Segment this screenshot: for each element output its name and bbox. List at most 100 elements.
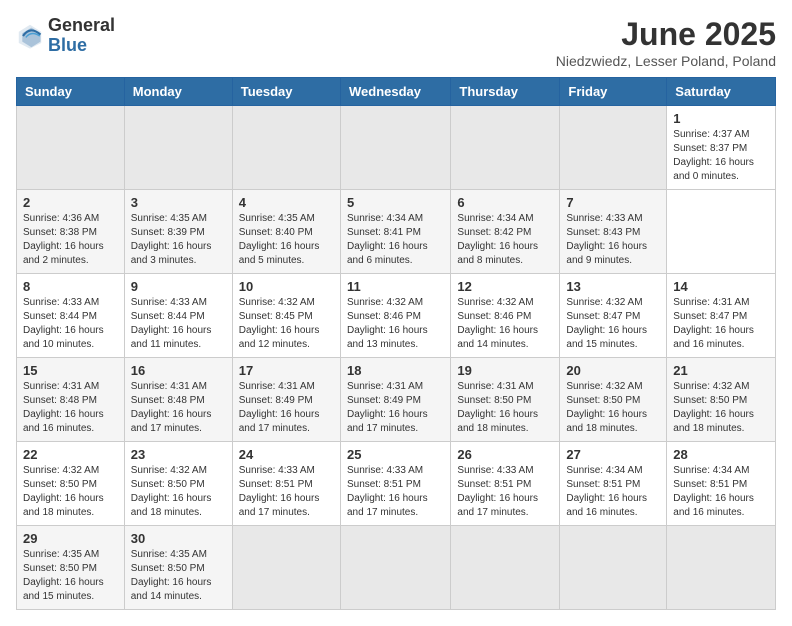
- week-row-4: 15Sunrise: 4:31 AMSunset: 8:48 PMDayligh…: [17, 358, 776, 442]
- calendar-cell: 12 Sunrise: 4:32 AMSunset: 8:46 PMDayligh…: [451, 274, 560, 358]
- day-info: Sunrise: 4:35 AMSunset: 8:50 PMDaylight:…: [23, 548, 118, 604]
- logo: General Blue: [16, 16, 115, 56]
- calendar-cell: [232, 526, 340, 610]
- day-info: Sunrise: 4:31 AMSunset: 8:48 PMDaylight:…: [23, 380, 118, 436]
- header-sunday: Sunday: [17, 78, 125, 106]
- calendar-cell: [560, 106, 667, 190]
- week-row-6: 29 Sunrise: 4:35 AMSunset: 8:50 PMDayligh…: [17, 526, 776, 610]
- calendar-cell: [340, 106, 450, 190]
- calendar-cell: 29 Sunrise: 4:35 AMSunset: 8:50 PMDayligh…: [17, 526, 125, 610]
- day-number: 16: [131, 363, 226, 378]
- day-number: 28: [673, 447, 769, 462]
- day-number: 12: [457, 279, 553, 294]
- day-number: 22: [23, 447, 118, 462]
- day-info: Sunrise: 4:34 AMSunset: 8:51 PMDaylight:…: [566, 464, 660, 520]
- calendar-cell: 17Sunrise: 4:31 AMSunset: 8:49 PMDayligh…: [232, 358, 340, 442]
- day-number: 21: [673, 363, 769, 378]
- calendar-cell: 19 Sunrise: 4:31 AMSunset: 8:50 PMDayligh…: [451, 358, 560, 442]
- day-info: Sunrise: 4:33 AMSunset: 8:44 PMDaylight:…: [23, 296, 118, 352]
- calendar-cell: 9 Sunrise: 4:33 AMSunset: 8:44 PMDaylight…: [124, 274, 232, 358]
- day-info: Sunrise: 4:32 AMSunset: 8:50 PMDaylight:…: [23, 464, 118, 520]
- day-number: 4: [239, 195, 334, 210]
- calendar-cell: [667, 526, 776, 610]
- calendar-cell: 15Sunrise: 4:31 AMSunset: 8:48 PMDayligh…: [17, 358, 125, 442]
- day-info: Sunrise: 4:32 AMSunset: 8:47 PMDaylight:…: [566, 296, 660, 352]
- day-number: 26: [457, 447, 553, 462]
- day-info: Sunrise: 4:32 AMSunset: 8:46 PMDaylight:…: [347, 296, 444, 352]
- location-subtitle: Niedzwiedz, Lesser Poland, Poland: [556, 53, 776, 69]
- calendar-cell: [124, 106, 232, 190]
- day-number: 29: [23, 531, 118, 546]
- day-info: Sunrise: 4:33 AMSunset: 8:44 PMDaylight:…: [131, 296, 226, 352]
- day-info: Sunrise: 4:31 AMSunset: 8:48 PMDaylight:…: [131, 380, 226, 436]
- header-thursday: Thursday: [451, 78, 560, 106]
- calendar-cell: 21 Sunrise: 4:32 AMSunset: 8:50 PMDayligh…: [667, 358, 776, 442]
- calendar-cell: 13 Sunrise: 4:32 AMSunset: 8:47 PMDayligh…: [560, 274, 667, 358]
- day-info: Sunrise: 4:33 AMSunset: 8:51 PMDaylight:…: [239, 464, 334, 520]
- calendar-cell: 26 Sunrise: 4:33 AMSunset: 8:51 PMDayligh…: [451, 442, 560, 526]
- day-info: Sunrise: 4:31 AMSunset: 8:47 PMDaylight:…: [673, 296, 769, 352]
- day-info: Sunrise: 4:34 AMSunset: 8:51 PMDaylight:…: [673, 464, 769, 520]
- calendar-cell: [340, 526, 450, 610]
- week-row-3: 8Sunrise: 4:33 AMSunset: 8:44 PMDaylight…: [17, 274, 776, 358]
- day-info: Sunrise: 4:33 AMSunset: 8:51 PMDaylight:…: [457, 464, 553, 520]
- calendar-cell: [17, 106, 125, 190]
- header-saturday: Saturday: [667, 78, 776, 106]
- calendar-cell: 5Sunrise: 4:34 AMSunset: 8:41 PMDaylight…: [340, 190, 450, 274]
- calendar-table: SundayMondayTuesdayWednesdayThursdayFrid…: [16, 77, 776, 610]
- day-info: Sunrise: 4:32 AMSunset: 8:50 PMDaylight:…: [566, 380, 660, 436]
- day-number: 7: [566, 195, 660, 210]
- header-monday: Monday: [124, 78, 232, 106]
- calendar-cell: [232, 106, 340, 190]
- day-number: 3: [131, 195, 226, 210]
- day-info: Sunrise: 4:37 AMSunset: 8:37 PMDaylight:…: [673, 128, 769, 184]
- day-info: Sunrise: 4:35 AMSunset: 8:40 PMDaylight:…: [239, 212, 334, 268]
- calendar-cell: 10 Sunrise: 4:32 AMSunset: 8:45 PMDayligh…: [232, 274, 340, 358]
- day-number: 14: [673, 279, 769, 294]
- day-info: Sunrise: 4:35 AMSunset: 8:39 PMDaylight:…: [131, 212, 226, 268]
- logo-blue-text: Blue: [48, 36, 115, 56]
- day-number: 5: [347, 195, 444, 210]
- day-info: Sunrise: 4:31 AMSunset: 8:49 PMDaylight:…: [347, 380, 444, 436]
- calendar-cell: 6Sunrise: 4:34 AMSunset: 8:42 PMDaylight…: [451, 190, 560, 274]
- calendar-cell: 8Sunrise: 4:33 AMSunset: 8:44 PMDaylight…: [17, 274, 125, 358]
- calendar-cell: 22 Sunrise: 4:32 AMSunset: 8:50 PMDayligh…: [17, 442, 125, 526]
- calendar-cell: 28 Sunrise: 4:34 AMSunset: 8:51 PMDayligh…: [667, 442, 776, 526]
- logo-icon: [16, 22, 44, 50]
- page-header: General Blue June 2025 Niedzwiedz, Lesse…: [16, 16, 776, 69]
- week-row-5: 22 Sunrise: 4:32 AMSunset: 8:50 PMDayligh…: [17, 442, 776, 526]
- day-number: 17: [239, 363, 334, 378]
- day-info: Sunrise: 4:32 AMSunset: 8:45 PMDaylight:…: [239, 296, 334, 352]
- day-number: 2: [23, 195, 118, 210]
- day-info: Sunrise: 4:32 AMSunset: 8:46 PMDaylight:…: [457, 296, 553, 352]
- day-number: 25: [347, 447, 444, 462]
- week-row-2: 2 Sunrise: 4:36 AMSunset: 8:38 PMDaylight…: [17, 190, 776, 274]
- calendar-cell: 25Sunrise: 4:33 AMSunset: 8:51 PMDayligh…: [340, 442, 450, 526]
- day-info: Sunrise: 4:36 AMSunset: 8:38 PMDaylight:…: [23, 212, 118, 268]
- logo-general-text: General: [48, 16, 115, 36]
- day-number: 19: [457, 363, 553, 378]
- calendar-cell: 20Sunrise: 4:32 AMSunset: 8:50 PMDayligh…: [560, 358, 667, 442]
- day-number: 9: [131, 279, 226, 294]
- day-info: Sunrise: 4:34 AMSunset: 8:42 PMDaylight:…: [457, 212, 553, 268]
- day-number: 23: [131, 447, 226, 462]
- title-area: June 2025 Niedzwiedz, Lesser Poland, Pol…: [556, 16, 776, 69]
- week-row-1: 1 Sunrise: 4:37 AMSunset: 8:37 PMDaylight…: [17, 106, 776, 190]
- day-info: Sunrise: 4:32 AMSunset: 8:50 PMDaylight:…: [673, 380, 769, 436]
- calendar-cell: [451, 106, 560, 190]
- calendar-cell: 1 Sunrise: 4:37 AMSunset: 8:37 PMDaylight…: [667, 106, 776, 190]
- day-number: 24: [239, 447, 334, 462]
- calendar-cell: 3 Sunrise: 4:35 AMSunset: 8:39 PMDaylight…: [124, 190, 232, 274]
- day-info: Sunrise: 4:31 AMSunset: 8:50 PMDaylight:…: [457, 380, 553, 436]
- calendar-cell: 27 Sunrise: 4:34 AMSunset: 8:51 PMDayligh…: [560, 442, 667, 526]
- calendar-cell: [451, 526, 560, 610]
- day-number: 1: [673, 111, 769, 126]
- day-number: 27: [566, 447, 660, 462]
- day-number: 10: [239, 279, 334, 294]
- calendar-cell: 7Sunrise: 4:33 AMSunset: 8:43 PMDaylight…: [560, 190, 667, 274]
- month-title: June 2025: [556, 16, 776, 53]
- calendar-cell: 30Sunrise: 4:35 AMSunset: 8:50 PMDayligh…: [124, 526, 232, 610]
- calendar-cell: [560, 526, 667, 610]
- calendar-cell: 16 Sunrise: 4:31 AMSunset: 8:48 PMDayligh…: [124, 358, 232, 442]
- day-number: 13: [566, 279, 660, 294]
